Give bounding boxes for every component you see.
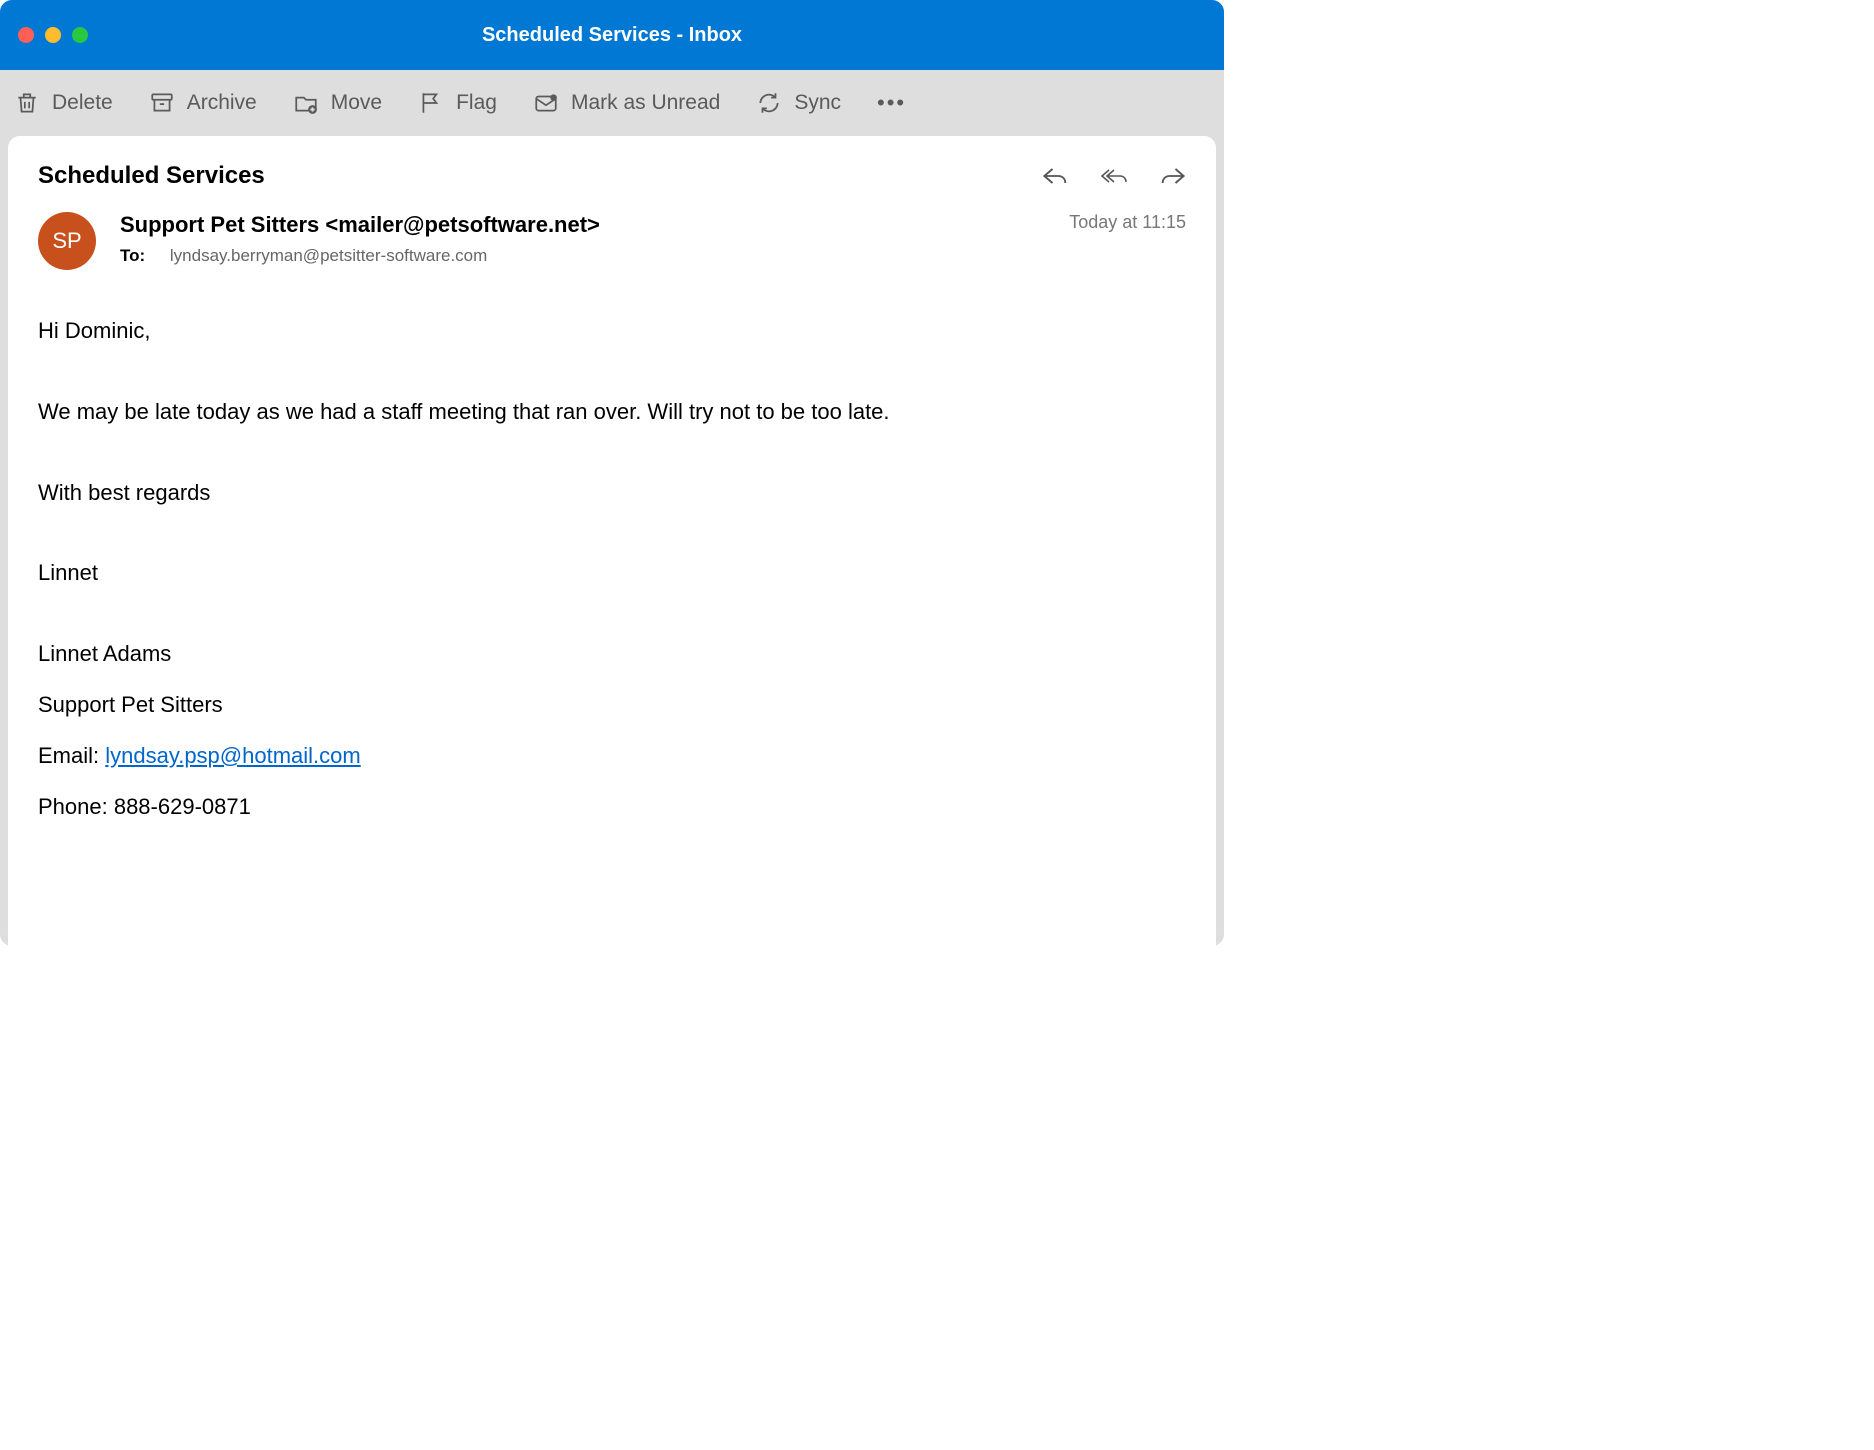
archive-icon bbox=[149, 90, 175, 116]
flag-button[interactable]: Flag bbox=[418, 90, 497, 116]
reply-icon[interactable] bbox=[1042, 166, 1070, 186]
mark-unread-button[interactable]: Mark as Unread bbox=[533, 90, 720, 116]
archive-label: Archive bbox=[187, 91, 257, 115]
sync-icon bbox=[756, 90, 782, 116]
move-icon bbox=[293, 90, 319, 116]
window-controls bbox=[18, 27, 88, 43]
email-header: SP Support Pet Sitters <mailer@petsoftwa… bbox=[38, 212, 1186, 270]
sig-email-line: Email: lyndsay.psp@hotmail.com bbox=[38, 741, 1186, 772]
archive-button[interactable]: Archive bbox=[149, 90, 257, 116]
email-content: Scheduled Services SP Support Pet Sitter… bbox=[8, 136, 1216, 946]
move-button[interactable]: Move bbox=[293, 90, 382, 116]
body-greeting: Hi Dominic, bbox=[38, 316, 1186, 347]
email-timestamp: Today at 11:15 bbox=[1069, 212, 1186, 270]
flag-label: Flag bbox=[456, 91, 497, 115]
sync-label: Sync bbox=[794, 91, 841, 115]
titlebar: Scheduled Services - Inbox bbox=[0, 0, 1224, 70]
minimize-window-button[interactable] bbox=[45, 27, 61, 43]
maximize-window-button[interactable] bbox=[72, 27, 88, 43]
delete-button[interactable]: Delete bbox=[14, 90, 113, 116]
sig-email-label: Email: bbox=[38, 743, 105, 768]
trash-icon bbox=[14, 90, 40, 116]
mark-unread-label: Mark as Unread bbox=[571, 91, 720, 115]
signature-block: Linnet Adams Support Pet Sitters Email: … bbox=[38, 639, 1186, 822]
to-label: To: bbox=[120, 246, 145, 265]
email-body: Hi Dominic, We may be late today as we h… bbox=[38, 316, 1186, 822]
sig-email-link[interactable]: lyndsay.psp@hotmail.com bbox=[105, 743, 360, 768]
email-subject: Scheduled Services bbox=[38, 162, 265, 190]
window-title: Scheduled Services - Inbox bbox=[482, 24, 742, 47]
sender-name: Support Pet Sitters <mailer@petsoftware.… bbox=[120, 212, 1069, 238]
delete-label: Delete bbox=[52, 91, 113, 115]
message-actions bbox=[1042, 166, 1186, 186]
sync-button[interactable]: Sync bbox=[756, 90, 841, 116]
flag-icon bbox=[418, 90, 444, 116]
body-paragraph: We may be late today as we had a staff m… bbox=[38, 397, 1186, 428]
forward-icon[interactable] bbox=[1158, 166, 1186, 186]
body-closing: With best regards bbox=[38, 478, 1186, 509]
body-sign-name: Linnet bbox=[38, 558, 1186, 589]
more-button[interactable]: ••• bbox=[877, 90, 906, 116]
envelope-icon bbox=[533, 90, 559, 116]
reply-all-icon[interactable] bbox=[1100, 166, 1128, 186]
sig-phone: Phone: 888-629-0871 bbox=[38, 792, 1186, 823]
email-window: Scheduled Services - Inbox Delete Archiv… bbox=[0, 0, 1224, 946]
close-window-button[interactable] bbox=[18, 27, 34, 43]
move-label: Move bbox=[331, 91, 382, 115]
toolbar: Delete Archive Move Flag Mark as Unread … bbox=[0, 70, 1224, 136]
sig-company: Support Pet Sitters bbox=[38, 690, 1186, 721]
sig-name: Linnet Adams bbox=[38, 639, 1186, 670]
to-value: lyndsay.berryman@petsitter-software.com bbox=[170, 246, 487, 265]
sender-avatar: SP bbox=[38, 212, 96, 270]
